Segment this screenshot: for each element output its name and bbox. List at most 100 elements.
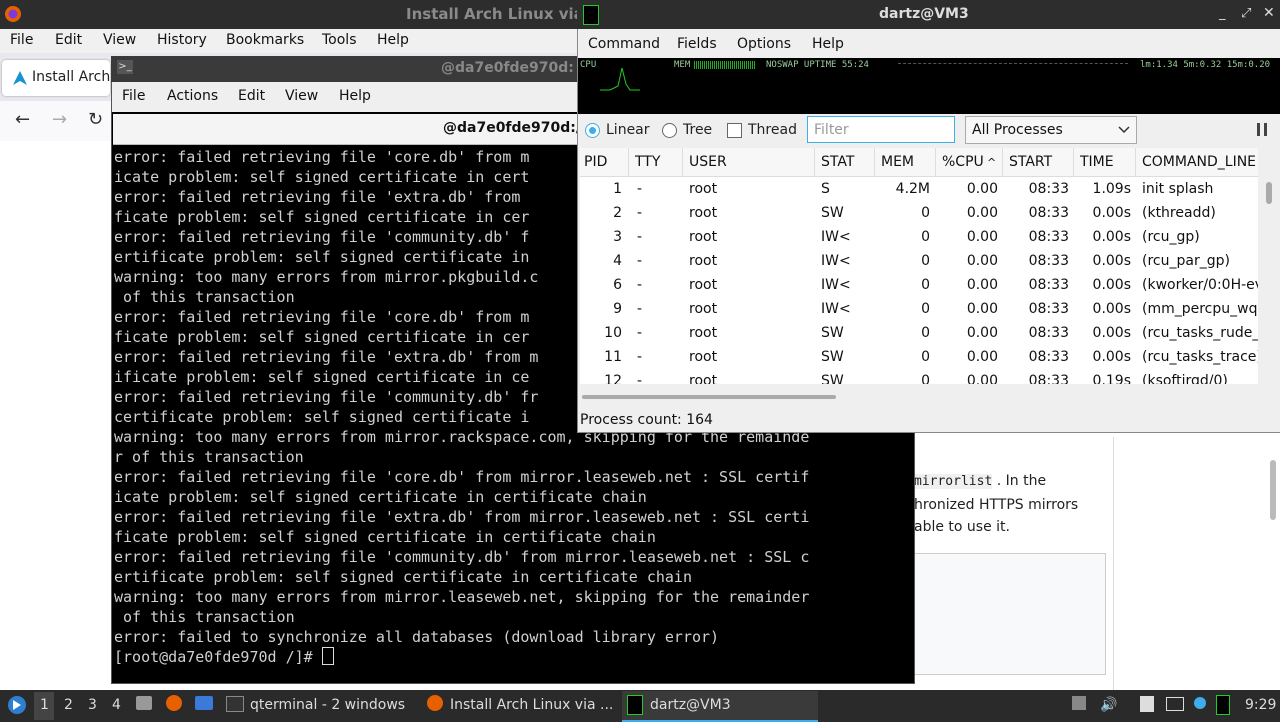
table-row[interactable]: 1- root S 4.2M 0.00 08:33 1.09s init splash — [580, 178, 1258, 202]
cell-time: 0.00s — [1092, 301, 1131, 317]
terminal-line: ficate problem: self signed certificate … — [114, 528, 656, 546]
terminal-menu-edit[interactable]: Edit — [238, 88, 265, 104]
terminal-menu-file[interactable]: File — [122, 88, 145, 104]
col-time[interactable]: TIME — [1080, 154, 1114, 170]
tree-radio[interactable] — [662, 123, 677, 138]
task-htop[interactable]: dartz@VM3 — [650, 697, 731, 713]
workspace-4[interactable]: 4 — [112, 697, 121, 713]
workspace-1[interactable]: 1 — [40, 697, 49, 713]
table-row[interactable]: 9- root IW< 0 0.00 08:33 0.00s (mm_percpu_wq) — [580, 298, 1258, 322]
terminal-menu-actions[interactable]: Actions — [167, 88, 218, 104]
cell-mem: 0 — [921, 349, 930, 365]
htop-menu-fields[interactable]: Fields — [677, 36, 717, 52]
table-row[interactable]: 12 - root SW 0 0.00 08:33 0.19s (ksoftirqd/0) — [580, 370, 1258, 384]
cell-cpu: 0.00 — [966, 253, 998, 269]
table-row[interactable]: 3- root IW< 0 0.00 08:33 0.00s (rcu_gp) — [580, 226, 1258, 250]
table-row[interactable]: 4- root IW< 0 0.00 08:33 0.00s (rcu_par_gp) — [580, 250, 1258, 274]
menu-bookmarks[interactable]: Bookmarks — [226, 32, 304, 48]
filter-input[interactable]: Filter — [807, 116, 955, 143]
clock[interactable]: 9:29 — [1245, 697, 1276, 713]
col-stat[interactable]: STAT — [821, 154, 854, 170]
col-mem[interactable]: MEM — [881, 154, 914, 170]
firefox-task-icon — [427, 695, 443, 711]
cell-pid: 2 — [613, 205, 622, 221]
horizontal-scrollbar[interactable] — [580, 390, 1260, 402]
start-menu-icon[interactable] — [6, 694, 28, 716]
task-firefox[interactable]: Install Arch Linux via ... — [450, 697, 613, 713]
cell-pid: 12 — [604, 373, 622, 384]
tab-install-arch[interactable]: Install Arch — [2, 60, 110, 96]
table-row[interactable]: 11- root SW 0 0.00 08:33 0.00s (rcu_tasks_trace… — [580, 346, 1258, 370]
cell-start: 08:33 — [1028, 373, 1069, 384]
menu-tools[interactable]: Tools — [322, 32, 357, 48]
menu-view[interactable]: View — [103, 32, 136, 48]
page-scrollbar[interactable] — [1270, 460, 1276, 520]
col-start[interactable]: START — [1009, 154, 1052, 170]
back-icon[interactable]: ← — [15, 109, 30, 130]
system-monitor-icon[interactable] — [1216, 695, 1230, 715]
col-cpu[interactable]: %CPU — [942, 154, 984, 170]
table-row[interactable]: 10- root SW 0 0.00 08:33 0.00s (rcu_tasks_rude_ — [580, 322, 1258, 346]
cell-tty: - — [637, 301, 643, 317]
menu-edit[interactable]: Edit — [55, 32, 82, 48]
cell-time: 0.00s — [1092, 277, 1131, 293]
menu-file[interactable]: File — [10, 32, 33, 48]
cell-mem: 0 — [921, 253, 930, 269]
thread-checkbox[interactable] — [727, 123, 742, 138]
linear-radio[interactable] — [585, 123, 600, 138]
col-command[interactable]: COMMAND_LINE — [1142, 154, 1256, 170]
cell-stat: SW — [821, 205, 844, 221]
desktop-icon[interactable] — [195, 696, 213, 710]
cell-pid: 4 — [613, 253, 622, 269]
uptime-label: NOSWAP UPTIME 55:24 — [766, 60, 869, 70]
terminal-line: error: failed retrieving file 'core.db' … — [114, 468, 810, 486]
col-user[interactable]: USER — [689, 154, 727, 170]
terminal-menu-help[interactable]: Help — [339, 88, 371, 104]
cell-pid: 9 — [613, 301, 622, 317]
cell-command: (mm_percpu_wq) — [1142, 301, 1258, 317]
terminal-menu-view[interactable]: View — [285, 88, 318, 104]
scrollbar-thumb[interactable] — [1266, 182, 1272, 204]
workspace-2[interactable]: 2 — [64, 697, 73, 713]
vertical-scrollbar[interactable] — [1262, 176, 1278, 386]
terminal-prompt-line[interactable]: [root@da7e0fde970d /]# — [114, 647, 910, 667]
notes-icon[interactable] — [1140, 696, 1154, 712]
table-row[interactable]: 6- root IW< 0 0.00 08:33 0.00s (kworker/0:0H-ev — [580, 274, 1258, 298]
htop-menu-options[interactable]: Options — [737, 36, 791, 52]
cell-command: (rcu_par_gp) — [1142, 253, 1230, 269]
clipboard-icon[interactable] — [1072, 696, 1086, 710]
htop-task-icon — [627, 695, 643, 715]
htop-menu-command[interactable]: Command — [588, 36, 660, 52]
reload-icon[interactable]: ↻ — [88, 109, 103, 130]
forward-icon[interactable]: → — [52, 109, 67, 130]
mem-label: MEM — [674, 60, 691, 70]
arch-logo-icon — [13, 71, 27, 85]
cpu-mem-graph: CPU MEM NOSWAP UPTIME 55:24 lm:1.34 5m:0… — [578, 58, 1280, 114]
menu-history[interactable]: History — [157, 32, 207, 48]
menu-help[interactable]: Help — [377, 32, 409, 48]
close-icon[interactable]: ✕ — [1263, 5, 1275, 21]
content-text: hronized HTTPS mirrors — [914, 496, 1079, 513]
maximize-icon[interactable]: ⤢ — [1241, 6, 1251, 21]
col-pid[interactable]: PID — [584, 154, 607, 170]
terminal-line: error: failed to synchronize all databas… — [114, 628, 720, 646]
pause-icon[interactable] — [1257, 123, 1260, 136]
cell-tty: - — [637, 253, 643, 269]
network-icon[interactable] — [1194, 697, 1206, 709]
minimize-icon[interactable]: _ — [1219, 6, 1226, 21]
process-table[interactable]: PID TTY USER STAT MEM %CPU ^ START TIME … — [580, 148, 1258, 384]
volume-icon[interactable]: 🔊 — [1100, 697, 1117, 713]
table-row[interactable]: 2- root SW 0 0.00 08:33 0.00s (kthreadd) — [580, 202, 1258, 226]
cell-user: root — [689, 229, 718, 245]
process-filter-select[interactable]: All Processes — [965, 116, 1137, 144]
cell-user: root — [689, 181, 718, 197]
file-manager-icon[interactable] — [136, 696, 152, 710]
htop-menu-help[interactable]: Help — [812, 36, 844, 52]
display-icon[interactable] — [1166, 697, 1184, 711]
workspace-3[interactable]: 3 — [88, 697, 97, 713]
cell-command: (rcu_gp) — [1142, 229, 1200, 245]
col-tty[interactable]: TTY — [635, 154, 660, 170]
hscroll-thumb[interactable] — [582, 395, 836, 399]
firefox-launcher-icon[interactable] — [166, 695, 182, 711]
task-qterminal[interactable]: qterminal - 2 windows — [250, 697, 405, 713]
